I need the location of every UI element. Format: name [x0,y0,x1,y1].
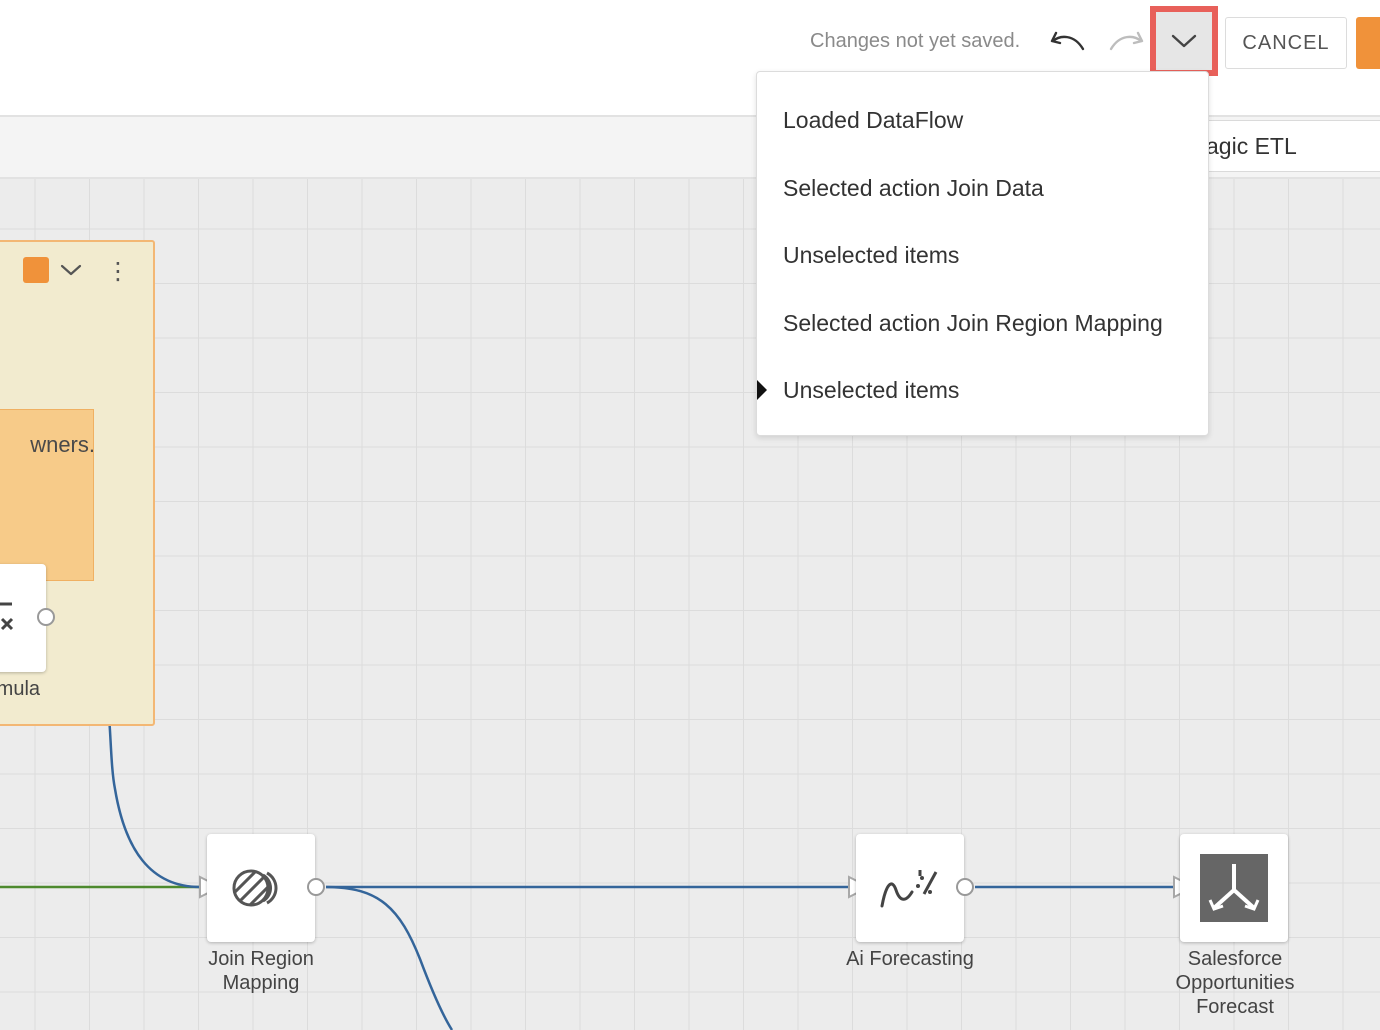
dataflow-name-input[interactable]: agic ETL [1195,120,1380,172]
forecast-icon [880,870,938,908]
history-item-select-join-data[interactable]: Selected action Join Data [783,175,1044,202]
history-dropdown-button[interactable] [1150,6,1218,76]
join-region-mapping-tile[interactable] [207,834,315,942]
history-item-unselected-1[interactable]: Unselected items [783,242,959,269]
redo-icon [1109,31,1144,51]
ai-forecasting-tile[interactable] [856,834,964,942]
history-item-select-join-region[interactable]: Selected action Join Region Mapping [783,310,1163,337]
formula-output-port[interactable] [37,608,55,626]
output-dataset-icon [1200,854,1268,922]
salesforce-output-label: Salesforce Opportunities Forecast [1150,947,1320,1019]
group-collapse-button[interactable] [56,256,86,284]
group-more-menu-button[interactable]: ⋮ [106,256,130,286]
undo-icon [1050,31,1085,51]
join-region-mapping-label: Join Region Mapping [191,947,331,995]
group-note-text: wners. [30,432,94,457]
history-menu: Loaded DataFlow Selected action Join Dat… [756,71,1209,436]
formula-tile-label: rmula [0,678,41,700]
salesforce-label-line3: Forecast [1196,996,1274,1018]
salesforce-label-line1: Salesforce [1187,948,1283,970]
chevron-down-icon [60,264,82,276]
ai-forecasting-label: Ai Forecasting [846,948,974,970]
group-note[interactable]: wners. [0,409,94,581]
vertical-dots-icon: ⋮ [106,257,130,285]
join-down-connector [325,885,454,1030]
join-output-port[interactable] [307,878,325,896]
undo-button[interactable] [1046,22,1090,62]
history-dropdown-button-face [1156,12,1212,70]
join-icon [232,869,278,907]
ai-forecasting-output-port[interactable] [956,878,974,896]
cancel-button[interactable]: CANCEL [1225,17,1347,69]
salesforce-label-line2: Opportunities [1175,972,1295,994]
join-region-mapping-label-line1: Join Region [208,948,314,970]
history-item-loaded-dataflow[interactable]: Loaded DataFlow [783,107,963,134]
history-item-unselected-2[interactable]: Unselected items [783,377,959,404]
join-region-mapping-label-line2: Mapping [222,972,300,994]
save-status-text: Changes not yet saved. [810,30,1021,52]
redo-button[interactable] [1104,22,1148,62]
current-state-pointer-icon [757,380,767,400]
save-button[interactable] [1356,17,1380,69]
chevron-down-icon [1171,34,1197,48]
salesforce-output-tile[interactable] [1180,834,1288,942]
group-color-swatch[interactable] [23,257,49,283]
